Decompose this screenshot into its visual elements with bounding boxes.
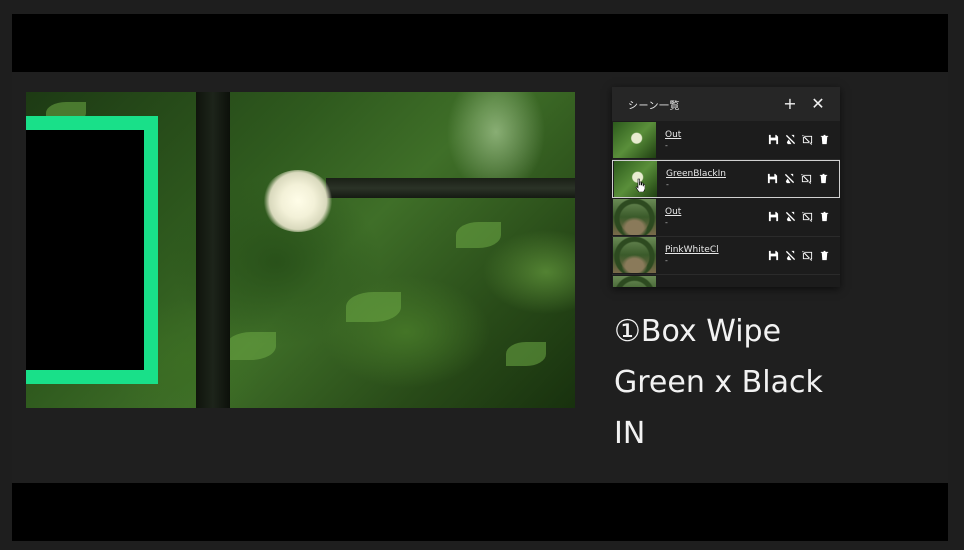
scene-text: GreenBlackIn - <box>657 169 767 189</box>
trash-icon[interactable] <box>819 134 830 145</box>
fence-pole <box>196 92 230 408</box>
scene-name[interactable]: Out <box>665 207 768 217</box>
save-icon[interactable] <box>767 173 778 184</box>
scene-actions <box>768 250 840 261</box>
scene-thumbnail[interactable] <box>613 237 656 274</box>
leaf <box>506 342 546 366</box>
caption-line-2: Green x Black <box>614 365 823 400</box>
wipe-off-icon[interactable] <box>785 211 796 222</box>
plus-icon[interactable]: + <box>782 96 798 112</box>
leaf <box>226 332 276 360</box>
scene-actions <box>767 173 839 185</box>
close-icon[interactable]: ✕ <box>810 96 826 112</box>
fence-rail <box>326 178 575 198</box>
white-flower <box>262 170 334 232</box>
scene-row[interactable]: Out - <box>612 121 840 160</box>
save-icon[interactable] <box>768 211 779 222</box>
scene-subtitle: - <box>665 217 668 227</box>
scene-name[interactable]: GreenBlackIn <box>666 169 767 179</box>
scene-row[interactable]: PinkWhiteCl - <box>612 237 840 275</box>
scene-thumbnail[interactable] <box>613 198 656 235</box>
scene-subtitle: - <box>665 256 668 266</box>
panel-title: シーン一覧 <box>628 100 680 112</box>
scene-text: Out - <box>656 207 768 227</box>
scene-row[interactable]: GreenBlackIn - <box>612 159 840 198</box>
caption-line-1: ①Box Wipe <box>614 314 782 349</box>
wipe-off-icon[interactable] <box>785 134 796 145</box>
scene-subtitle: - <box>666 179 669 189</box>
hide-icon[interactable] <box>802 211 813 223</box>
box-wipe-frame <box>26 116 158 384</box>
scene-list-panel: シーン一覧 + ✕ Out - GreenBlackIn - Out - PinkWhite… <box>612 87 840 287</box>
scene-text: PinkWhiteCl - <box>656 245 768 265</box>
hand-cursor-icon <box>635 177 646 192</box>
scene-actions <box>768 134 840 146</box>
wipe-off-icon[interactable] <box>785 250 796 261</box>
caption-text: ①Box Wipe Green x Black IN <box>614 306 934 459</box>
trash-icon[interactable] <box>819 211 830 222</box>
video-preview[interactable] <box>26 92 575 408</box>
scene-actions <box>768 211 840 223</box>
panel-header: シーン一覧 + ✕ <box>612 87 840 121</box>
scene-list: Out-GreenBlackIn-Out-PinkWhiteCl-PPCI <box>612 121 840 287</box>
leaf <box>456 222 501 248</box>
caption-line-3: IN <box>614 416 646 451</box>
trash-icon[interactable] <box>819 250 830 261</box>
scene-thumbnail[interactable] <box>613 275 656 287</box>
scene-row[interactable]: Out - <box>612 198 840 237</box>
scene-subtitle: - <box>665 140 668 150</box>
hide-icon[interactable] <box>802 134 813 146</box>
save-icon[interactable] <box>768 134 779 145</box>
hide-icon[interactable] <box>801 173 812 185</box>
scene-thumbnail[interactable] <box>613 121 656 158</box>
scene-text: Out - <box>656 130 768 150</box>
trash-icon[interactable] <box>818 173 829 184</box>
letterbox-top <box>12 14 948 72</box>
leaf <box>346 292 401 322</box>
scene-name[interactable]: PinkWhiteCl <box>665 245 768 255</box>
scene-row[interactable]: PPCI <box>612 275 840 287</box>
letterbox-bottom <box>12 483 948 541</box>
wipe-off-icon[interactable] <box>784 173 795 184</box>
scene-name[interactable]: Out <box>665 130 768 140</box>
save-icon[interactable] <box>768 250 779 261</box>
hide-icon[interactable] <box>802 250 813 261</box>
